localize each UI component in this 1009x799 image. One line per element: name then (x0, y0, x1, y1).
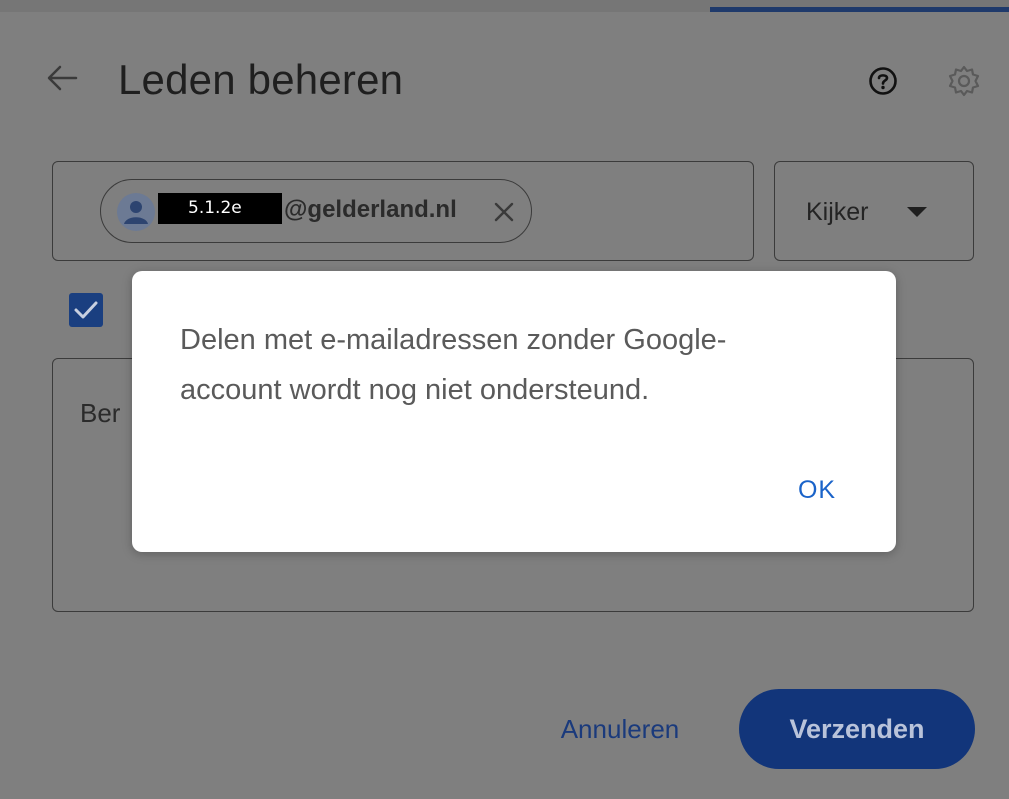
alert-message-line-2: account wordt nog niet ondersteund. (180, 374, 650, 406)
close-icon[interactable] (490, 198, 518, 226)
message-placeholder: Ber (80, 398, 121, 428)
recipient-email-domain: @gelderland.nl (284, 196, 457, 223)
person-avatar-icon (116, 192, 156, 232)
role-dropdown-label: Kijker (806, 198, 869, 226)
alert-dialog: Delen met e-mailadressen zonder Google- … (132, 271, 896, 552)
ok-button[interactable]: OK (782, 467, 852, 513)
help-circle-icon[interactable] (868, 66, 898, 96)
caret-down-icon (905, 204, 929, 220)
gear-icon[interactable] (947, 64, 981, 98)
page-title: Leden beheren (118, 56, 404, 103)
top-strip (0, 0, 1009, 12)
arrow-left-icon[interactable] (42, 58, 82, 98)
send-button[interactable]: Verzenden (739, 689, 975, 769)
alert-message: Delen met e-mailadressen zonder Google- … (180, 315, 830, 415)
alert-message-line-1: Delen met e-mailadressen zonder Google- (180, 324, 727, 356)
bottom-strip (0, 774, 1009, 799)
role-dropdown[interactable] (774, 161, 974, 261)
redacted-email-name: 5.1.2e (158, 193, 282, 224)
cancel-button[interactable]: Annuleren (540, 696, 700, 762)
tab-indicator (710, 7, 1009, 12)
notify-checkbox[interactable] (69, 293, 103, 327)
